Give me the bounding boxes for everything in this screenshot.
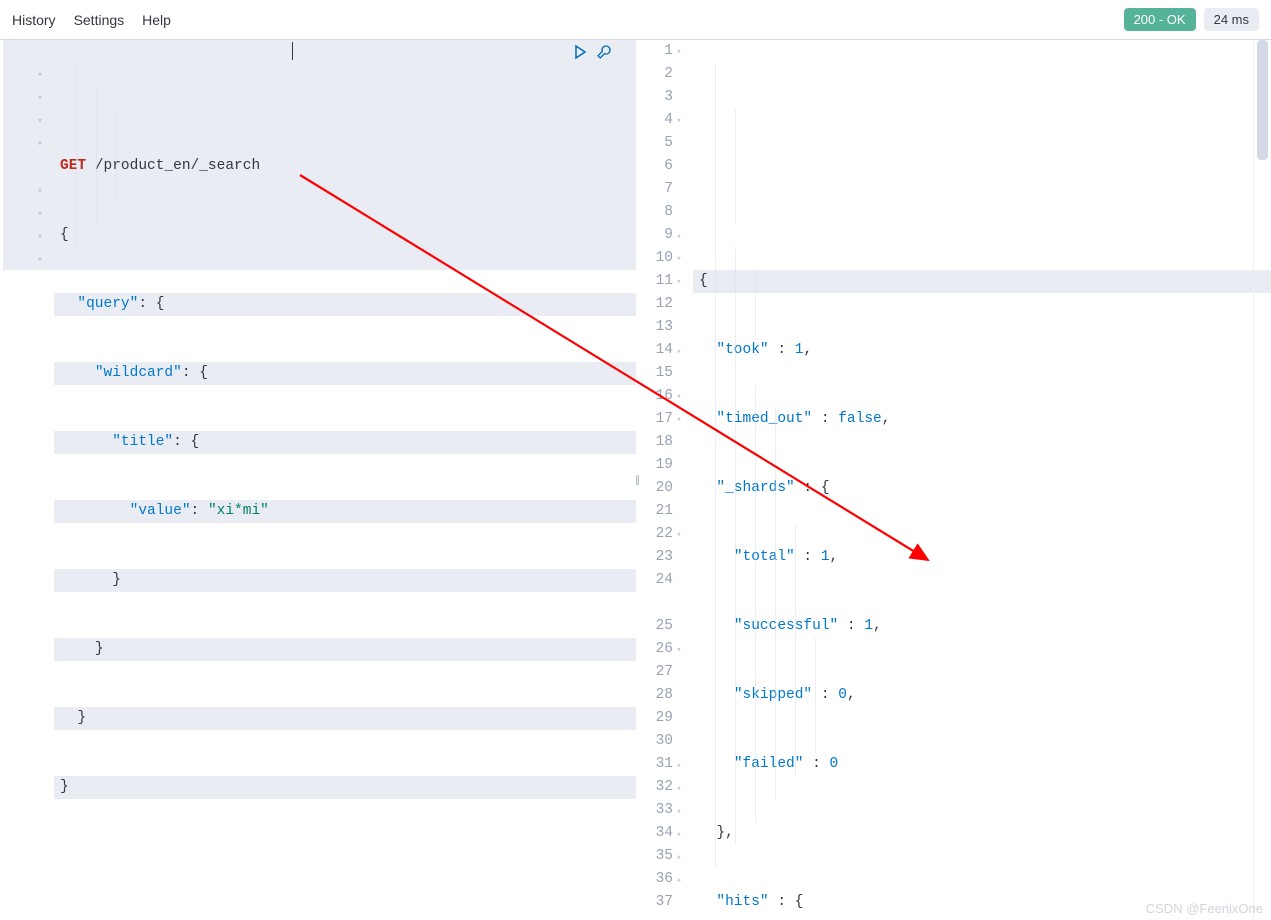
- response-scrollbar[interactable]: [1253, 40, 1271, 920]
- menu-help[interactable]: Help: [142, 12, 171, 28]
- watermark: CSDN @FeenixOne: [1146, 901, 1263, 916]
- scrollbar-thumb[interactable]: [1257, 40, 1268, 160]
- play-icon: [572, 44, 588, 60]
- request-code[interactable]: GET /product_en/_search { "query": { "wi…: [54, 40, 636, 920]
- panes: 1 2▾3▾4▾5▾6 7▴8▴9▴10▴ GET /product_en/_s…: [0, 40, 1271, 920]
- time-badge: 24 ms: [1204, 8, 1259, 31]
- status-badge: 200 - OK: [1124, 8, 1196, 31]
- request-editor[interactable]: 1 2▾3▾4▾5▾6 7▴8▴9▴10▴ GET /product_en/_s…: [0, 40, 636, 920]
- response-code[interactable]: { "took" : 1, "timed_out" : false, "_sha…: [693, 40, 1271, 920]
- action-buttons: [568, 40, 616, 64]
- response-pane: 1▾2 3 4▾5 6 7 8 9▴10▾11▾12 13 14▴15 16▾1…: [639, 40, 1271, 920]
- run-button[interactable]: [568, 40, 592, 64]
- menu-right: 200 - OK 24 ms: [1124, 8, 1259, 31]
- response-editor[interactable]: 1▾2 3 4▾5 6 7 8 9▴10▾11▾12 13 14▴15 16▾1…: [639, 40, 1271, 920]
- menu-history[interactable]: History: [12, 12, 56, 28]
- wrench-icon: [596, 44, 612, 60]
- request-pane: 1 2▾3▾4▾5▾6 7▴8▴9▴10▴ GET /product_en/_s…: [0, 40, 636, 920]
- options-button[interactable]: [592, 40, 616, 64]
- topbar: History Settings Help 200 - OK 24 ms: [0, 0, 1271, 40]
- response-gutter: 1▾2 3 4▾5 6 7 8 9▴10▾11▾12 13 14▴15 16▾1…: [639, 40, 693, 920]
- menu-left: History Settings Help: [12, 12, 171, 28]
- cursor: [292, 42, 293, 60]
- menu-settings[interactable]: Settings: [74, 12, 125, 28]
